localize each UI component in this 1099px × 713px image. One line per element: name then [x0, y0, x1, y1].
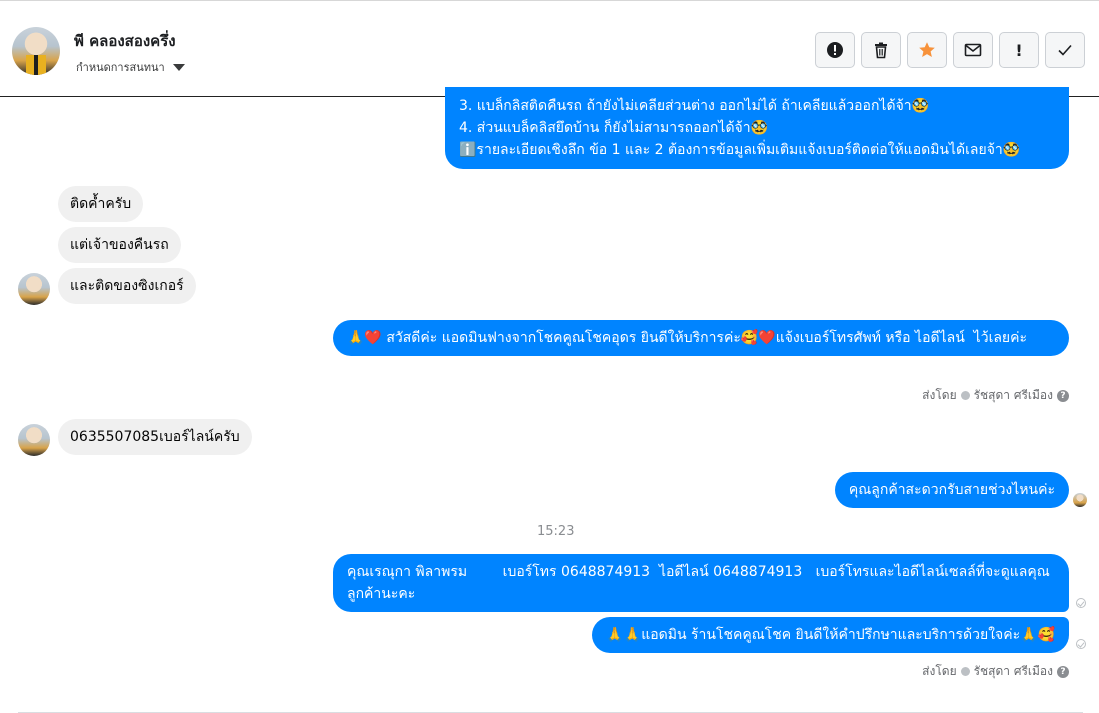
sent-by-name: รัชสุดา ศรีเมือง: [973, 388, 1053, 402]
envelope-icon: [964, 43, 982, 57]
verified-dot-icon: [960, 667, 970, 676]
trash-icon: [875, 42, 887, 59]
conversation-options[interactable]: กำหนดการสนทนา: [76, 58, 185, 76]
contact-avatar[interactable]: [12, 27, 60, 75]
sent-by-name: รัชสุดา ศรีเมือง: [973, 664, 1053, 678]
checkmark-icon: [1058, 44, 1072, 56]
verified-dot-icon: [960, 391, 970, 400]
message-outgoing[interactable]: 3. แบล็กลิสติดคืนรถ ถ้ายังไม่เคลียส่วนต่…: [445, 87, 1069, 169]
message-outgoing[interactable]: 🙏❤️ สวัสดีค่ะ แอดมินฟางจากโชคคูณโชคอุดร …: [333, 320, 1069, 356]
sent-by-info: ส่งโดย รัชสุดา ศรีเมือง ?: [922, 662, 1069, 681]
message-outgoing[interactable]: คุณลูกค้าสะดวกรับสายช่วงไหนค่ะ: [834, 472, 1069, 508]
alert-circle-icon: [827, 42, 843, 58]
mark-done-button[interactable]: [1045, 32, 1085, 68]
message-incoming[interactable]: 0635507085เบอร์ไลน์ครับ: [58, 419, 252, 455]
message-incoming[interactable]: และติดของซิงเกอร์: [58, 268, 196, 304]
message-incoming[interactable]: ติดค้ำครับ: [58, 186, 144, 222]
sent-status-icon: [1076, 639, 1086, 649]
message-outgoing[interactable]: คุณเรณุกา พิลาพรม เบอร์โทร 0648874913 ไอ…: [333, 554, 1069, 612]
sent-by-label: ส่งโดย: [922, 388, 957, 402]
star-button[interactable]: [907, 32, 947, 68]
sent-by-info: ส่งโดย รัชสุดา ศรีเมือง ?: [922, 386, 1069, 405]
sent-by-label: ส่งโดย: [922, 664, 957, 678]
conversation-options-label: กำหนดการสนทนา: [76, 61, 165, 74]
message-thread[interactable]: 3. แบล็กลิสติดคืนรถ ถ้ายังไม่เคลียส่วนต่…: [0, 87, 1099, 713]
read-receipt-avatar: [1073, 493, 1087, 507]
header-toolbar: !: [815, 32, 1085, 68]
contact-avatar-small[interactable]: [18, 424, 50, 456]
sent-status-icon: [1076, 598, 1086, 608]
help-icon[interactable]: ?: [1057, 389, 1069, 402]
time-separator: 15:23: [537, 524, 575, 539]
report-button[interactable]: [815, 32, 855, 68]
mark-important-button[interactable]: !: [999, 32, 1039, 68]
mark-unread-button[interactable]: [953, 32, 993, 68]
message-incoming[interactable]: แต่เจ้าของคืนรถ: [58, 227, 181, 263]
caret-down-icon: [172, 63, 185, 71]
star-icon: [919, 42, 935, 57]
message-outgoing[interactable]: 🙏🙏แอดมิน ร้านโชคคูณโชค ยินดีให้คำปรึกษาแ…: [592, 617, 1069, 653]
contact-name[interactable]: พี คลองสองครึ่ง: [74, 29, 176, 53]
delete-button[interactable]: [861, 32, 901, 68]
conversation-header: พี คลองสองครึ่ง กำหนดการสนทนา !: [0, 0, 1099, 97]
help-icon[interactable]: ?: [1057, 665, 1069, 678]
contact-avatar-small[interactable]: [18, 273, 50, 305]
exclamation-icon: !: [1015, 40, 1023, 60]
